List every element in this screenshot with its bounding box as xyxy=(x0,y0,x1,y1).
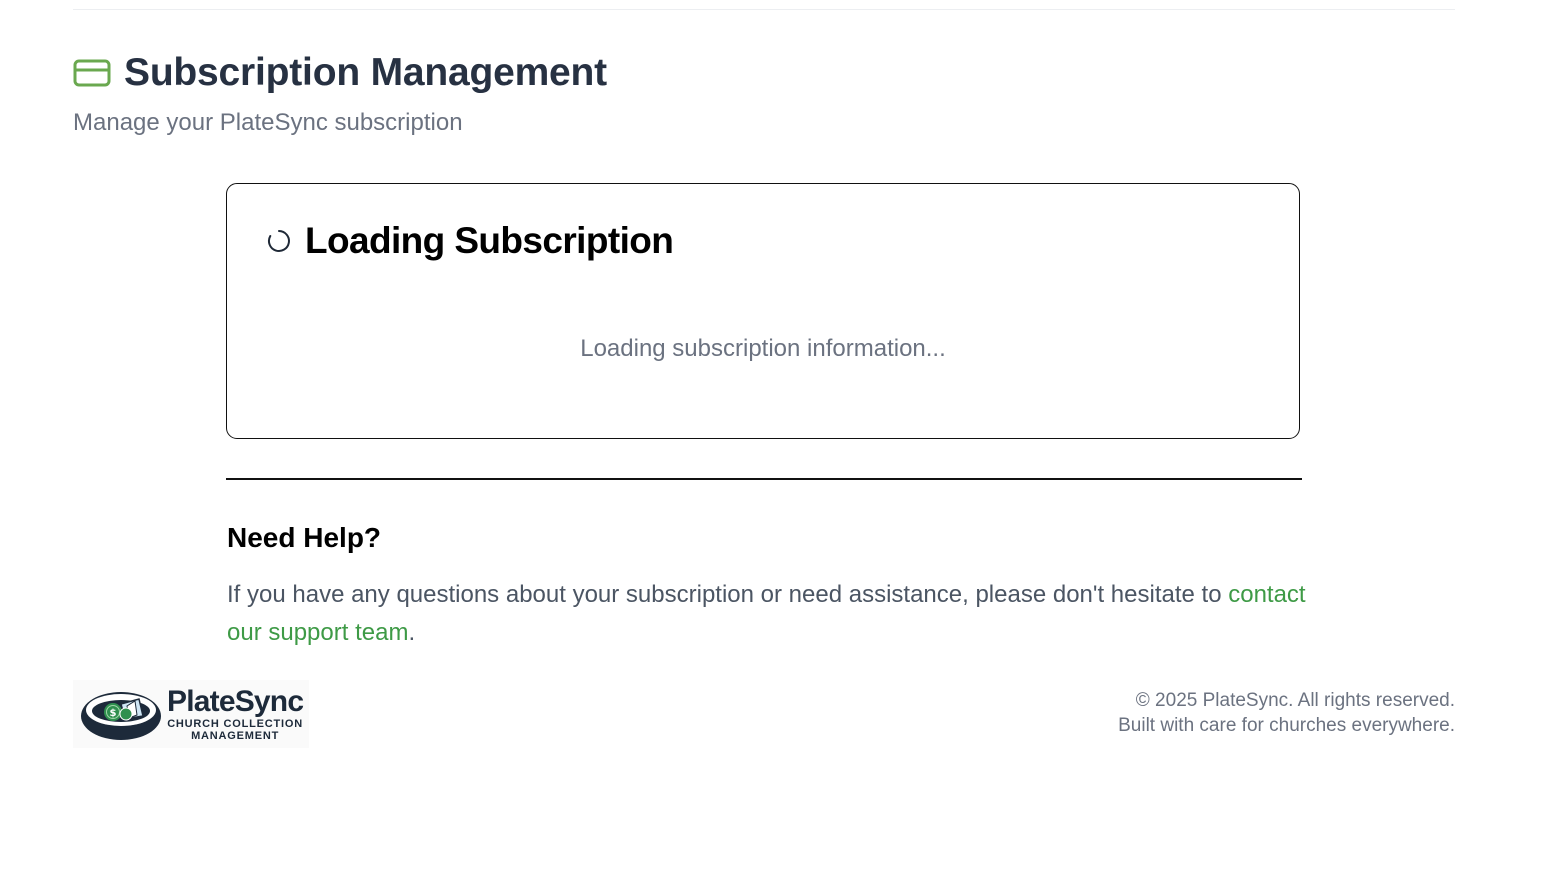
top-divider xyxy=(73,9,1455,10)
logo-tagline-2: MANAGEMENT xyxy=(191,730,280,742)
page-title: Subscription Management xyxy=(124,51,607,94)
footer-note: Built with care for churches everywhere. xyxy=(1118,715,1455,736)
credit-card-icon xyxy=(73,58,111,88)
subscription-page: Subscription Management Manage your Plat… xyxy=(0,0,1556,874)
section-divider xyxy=(226,478,1302,480)
title-row: Subscription Management xyxy=(73,50,607,96)
help-text: If you have any questions about your sub… xyxy=(227,576,1307,652)
loading-message: Loading subscription information... xyxy=(580,335,946,362)
page-subtitle: Manage your PlateSync subscription xyxy=(73,109,463,136)
loading-card: Loading Subscription Loading subscriptio… xyxy=(226,183,1300,439)
help-title: Need Help? xyxy=(227,522,382,553)
help-body: If you have any questions about your sub… xyxy=(227,581,1222,608)
svg-text:$: $ xyxy=(110,708,117,719)
page-header: Subscription Management Manage your Plat… xyxy=(73,50,607,137)
footer-text: © 2025 PlateSync. All rights reserved. B… xyxy=(1118,688,1455,738)
offering-plate-icon: $ xyxy=(77,682,165,746)
spinner-icon xyxy=(267,229,291,253)
logo-tagline-1: CHURCH COLLECTION xyxy=(167,718,304,730)
loading-card-header: Loading Subscription xyxy=(267,220,674,262)
logo-name: PlateSync xyxy=(167,685,304,718)
logo-text: PlateSync CHURCH COLLECTION MANAGEMENT xyxy=(167,685,304,743)
platesync-logo: $ PlateSync CHURCH COLLECTION MANAGEMENT xyxy=(73,680,309,748)
copyright-text: © 2025 PlateSync. All rights reserved. xyxy=(1135,690,1455,711)
help-trailing: . xyxy=(408,619,416,646)
loading-card-title: Loading Subscription xyxy=(305,220,674,261)
